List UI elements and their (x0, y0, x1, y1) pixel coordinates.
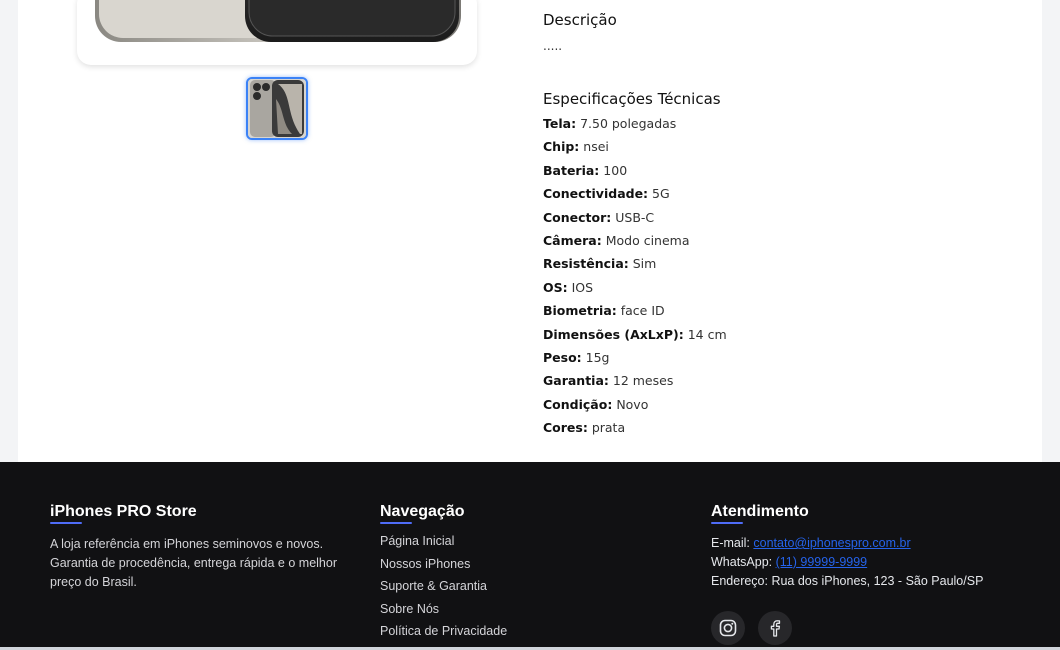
footer-support-underline (711, 522, 743, 524)
spec-label: Conectividade: (543, 186, 649, 202)
spec-row-condicao: Condição: Novo (543, 397, 727, 420)
spec-value: IOS (571, 279, 594, 295)
spec-label: Bateria: (543, 162, 600, 178)
spec-label: Resistência: (543, 256, 629, 272)
facebook-icon (770, 620, 781, 637)
spec-row-conectividade: Conectividade: 5G (543, 186, 727, 209)
contact-whatsapp-row: WhatsApp: (11) 99999-9999 (711, 555, 983, 574)
footer-link-iphones[interactable]: Nossos iPhones (380, 557, 507, 580)
spec-label: OS: (543, 279, 568, 295)
footer-link-privacy[interactable]: Política de Privacidade (380, 624, 507, 647)
spec-label: Condição: (543, 396, 613, 412)
product-details-card: Descrição ..... Especificações Técnicas … (18, 0, 1042, 462)
spec-row-dimensoes: Dimensões (AxLxP): 14 cm (543, 327, 727, 350)
product-thumbnail[interactable] (246, 77, 308, 140)
spec-row-os: OS: IOS (543, 280, 727, 303)
facebook-button[interactable] (758, 611, 792, 645)
spec-value: USB-C (615, 209, 655, 225)
spec-value: 7.50 polegadas (580, 116, 677, 131)
spec-row-garantia: Garantia: 12 meses (543, 373, 727, 396)
description-title: Descrição (543, 11, 617, 29)
footer-nav-list: Página Inicial Nossos iPhones Suporte & … (380, 534, 507, 647)
footer-link-support[interactable]: Suporte & Garantia (380, 579, 507, 602)
spec-value: Sim (632, 256, 657, 272)
spec-label: Tela: (543, 116, 577, 131)
footer-link-about[interactable]: Sobre Nós (380, 602, 507, 625)
whatsapp-link[interactable]: (11) 99999-9999 (776, 555, 868, 569)
spec-row-tela: Tela: 7.50 polegadas (543, 116, 727, 139)
instagram-button[interactable] (711, 611, 745, 645)
spec-label: Chip: (543, 139, 580, 155)
footer-nav-underline (380, 522, 412, 524)
spec-label: Conector: (543, 209, 612, 225)
email-link[interactable]: contato@iphonespro.com.br (753, 536, 910, 550)
spec-label: Biometria: (543, 303, 617, 319)
iphone-image (95, 0, 461, 42)
spec-value: prata (591, 420, 626, 436)
spec-row-camera: Câmera: Modo cinema (543, 233, 727, 256)
spec-row-conector: Conector: USB-C (543, 210, 727, 233)
spec-row-cores: Cores: prata (543, 420, 727, 443)
iphone-thumbnail-image (248, 79, 306, 138)
spec-value: nsei (583, 139, 609, 155)
site-footer: iPhones PRO Store A loja referência em i… (0, 462, 1060, 650)
product-main-image[interactable] (77, 0, 477, 65)
spec-value: Novo (616, 396, 649, 412)
spec-row-resistencia: Resistência: Sim (543, 256, 727, 279)
spec-value: 100 (603, 162, 628, 178)
spec-row-bateria: Bateria: 100 (543, 163, 727, 186)
footer-support-title: Atendimento (711, 503, 809, 520)
spec-value: 14 cm (687, 326, 727, 342)
instagram-icon (719, 619, 737, 637)
spec-label: Peso: (543, 349, 582, 365)
spec-row-biometria: Biometria: face ID (543, 303, 727, 326)
spec-label: Garantia: (543, 373, 609, 389)
specs-list: Tela: 7.50 polegadas Chip: nsei Bateria:… (543, 116, 727, 443)
email-label: E-mail: (711, 536, 750, 550)
footer-brand-text: A loja referência em iPhones seminovos e… (50, 537, 337, 589)
footer-contact: E-mail: contato@iphonespro.com.br WhatsA… (711, 536, 983, 593)
footer-nav-title: Navegação (380, 503, 465, 520)
description-text: ..... (543, 39, 563, 53)
whatsapp-label: WhatsApp: (711, 555, 773, 569)
spec-value: 12 meses (612, 373, 674, 389)
spec-label: Dimensões (AxLxP): (543, 326, 684, 342)
spec-value: Modo cinema (605, 232, 690, 248)
spec-value: face ID (620, 303, 665, 319)
spec-row-peso: Peso: 15g (543, 350, 727, 373)
contact-address: Endereço: Rua dos iPhones, 123 - São Pau… (711, 574, 984, 588)
spec-row-chip: Chip: nsei (543, 139, 727, 162)
footer-brand-underline (50, 522, 82, 524)
spec-value: 15g (585, 349, 610, 365)
spec-value: 5G (652, 186, 670, 202)
spec-label: Cores: (543, 420, 588, 436)
specs-title: Especificações Técnicas (543, 90, 721, 108)
contact-email-row: E-mail: contato@iphonespro.com.br (711, 536, 983, 555)
spec-label: Câmera: (543, 232, 602, 248)
footer-brand-title: iPhones PRO Store (50, 503, 197, 520)
footer-link-home[interactable]: Página Inicial (380, 534, 507, 557)
